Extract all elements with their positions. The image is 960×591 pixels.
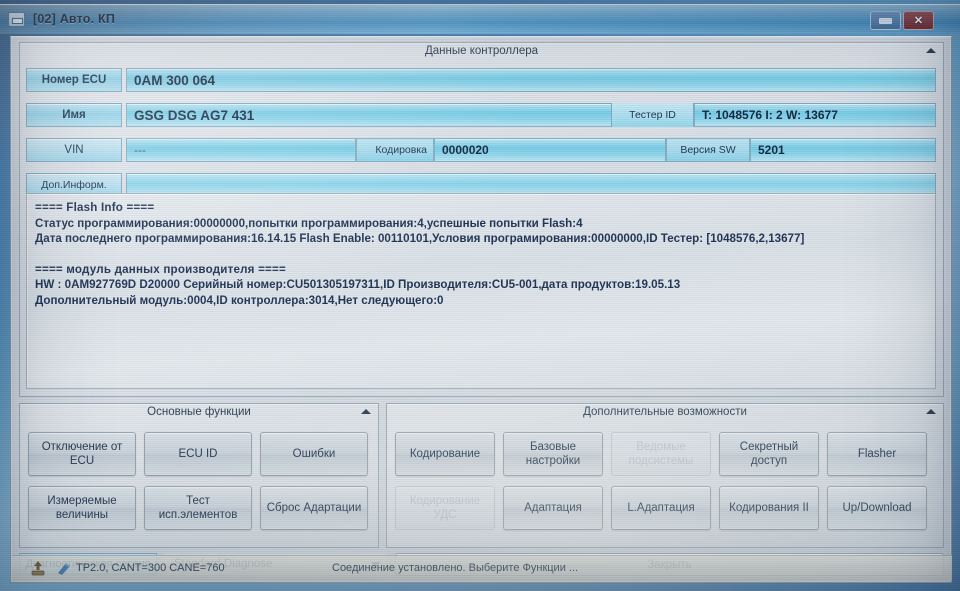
ecu-id-button[interactable]: ECU ID	[144, 432, 252, 476]
coding-2-button[interactable]: Кодирования II	[719, 486, 819, 530]
main-functions-grid: Отключение от ECU ECU ID Ошибки Измеряем…	[20, 428, 378, 534]
flasher-button[interactable]: Flasher	[827, 432, 927, 476]
coding-label: Кодировка	[356, 138, 434, 162]
window-menu-icon[interactable]	[8, 12, 25, 27]
adaptation-button[interactable]: Адаптация	[503, 486, 603, 530]
vin-value[interactable]: ---	[126, 138, 356, 162]
measured-values-button[interactable]: Измеряемые величины	[28, 486, 136, 530]
status-message-text: Соединение установлено. Выберите Функции…	[332, 562, 579, 574]
info-line: Статус программирования:00000000,попытки…	[35, 216, 583, 230]
coding-value[interactable]: 0000020	[434, 138, 666, 162]
info-line: ==== Flash Info ====	[35, 201, 155, 214]
row-vin: VIN --- Кодировка 0000020 Версия SW 5201	[26, 138, 936, 162]
name-label: Имя	[26, 103, 122, 127]
collapse-extra-functions-arrow[interactable]	[926, 409, 936, 414]
coding-button[interactable]: Кодирование	[395, 432, 495, 476]
flash-info-textarea[interactable]: ==== Flash Info ==== Статус программиров…	[26, 193, 936, 389]
window-controls: ✕	[870, 11, 934, 30]
ecu-number-value[interactable]: 0AM 300 064	[126, 68, 936, 92]
main-functions-row: Измеряемые величины Тест исп.элементов С…	[28, 486, 370, 530]
extra-functions-grid: Кодирование Базовые настройки Ведомые по…	[387, 428, 943, 534]
status-bar: TP2.0, CANT=300 CANE=760 Соединение уста…	[12, 555, 952, 581]
status-protocol-text: TP2.0, CANT=300 CANE=760	[76, 562, 225, 574]
coding-uds-button: Кодирование УДС	[395, 486, 495, 530]
row-name: Имя GSG DSG AG7 431 Тестер ID T: 1048576…	[26, 103, 936, 127]
main-functions-title: Основные функции	[147, 406, 251, 418]
tester-id-label: Тестер ID	[611, 103, 694, 127]
minimize-button[interactable]	[870, 11, 901, 30]
info-line: Дополнительный модуль:0004,ID контроллер…	[35, 293, 444, 307]
controller-data-title: Данные контроллера	[424, 45, 539, 57]
long-adaptation-button[interactable]: L.Адаптация	[611, 486, 711, 530]
basic-settings-button[interactable]: Базовые настройки	[503, 432, 603, 476]
reset-adaptation-button[interactable]: Сброс Адартации	[260, 486, 368, 530]
upload-icon	[31, 561, 45, 576]
ecu-number-label: Номер ECU	[26, 68, 122, 92]
extra-functions-group: Дополнительные возможности Кодирование Б…	[386, 403, 944, 548]
photographed-screen: [02] Авто. КП ✕ Данные контроллера Номер…	[0, 0, 960, 591]
extra-functions-row: Кодирование УДС Адаптация L.Адаптация Ко…	[395, 486, 935, 530]
extra-functions-title: Дополнительные возможности	[583, 406, 747, 418]
titlebar-glare	[0, 5, 960, 34]
info-line: ==== модуль данных производителя ====	[35, 262, 286, 276]
tester-id-value[interactable]: T: 1048576 I: 2 W: 13677	[694, 103, 936, 127]
slave-subsystems-button: Ведомые подсистемы	[611, 432, 711, 476]
main-functions-group: Основные функции Отключение от ECU ECU I…	[19, 403, 379, 548]
sw-version-label: Версия SW	[666, 138, 750, 162]
connector-icon	[58, 563, 70, 575]
vin-label: VIN	[26, 138, 122, 162]
actuator-test-button[interactable]: Тест исп.элементов	[144, 486, 252, 530]
collapse-main-functions-arrow[interactable]	[361, 409, 371, 414]
close-window-button[interactable]: ✕	[903, 11, 934, 30]
info-line: Дата последнего программирования:16.14.1…	[35, 232, 805, 245]
controller-data-group: Данные контроллера Номер ECU 0AM 300 064…	[19, 42, 944, 397]
disconnect-ecu-button[interactable]: Отключение от ECU	[28, 432, 136, 476]
extra-functions-row: Кодирование Базовые настройки Ведомые по…	[395, 432, 935, 476]
sw-version-value[interactable]: 5201	[750, 138, 936, 162]
faults-button[interactable]: Ошибки	[260, 432, 368, 476]
info-line: HW : 0AM927769D D20000 Серийный номер:CU…	[35, 278, 681, 291]
window-titlebar[interactable]: [02] Авто. КП ✕	[0, 4, 960, 34]
up-download-button[interactable]: Up/Download	[827, 486, 927, 530]
main-functions-row: Отключение от ECU ECU ID Ошибки	[28, 432, 370, 476]
window-title: [02] Авто. КП	[33, 12, 116, 26]
row-ecu-number: Номер ECU 0AM 300 064	[26, 68, 936, 92]
secret-access-button[interactable]: Секретный доступ	[719, 432, 819, 476]
collapse-controller-data-arrow[interactable]	[926, 48, 936, 53]
window-body: Данные контроллера Номер ECU 0AM 300 064…	[10, 36, 952, 583]
